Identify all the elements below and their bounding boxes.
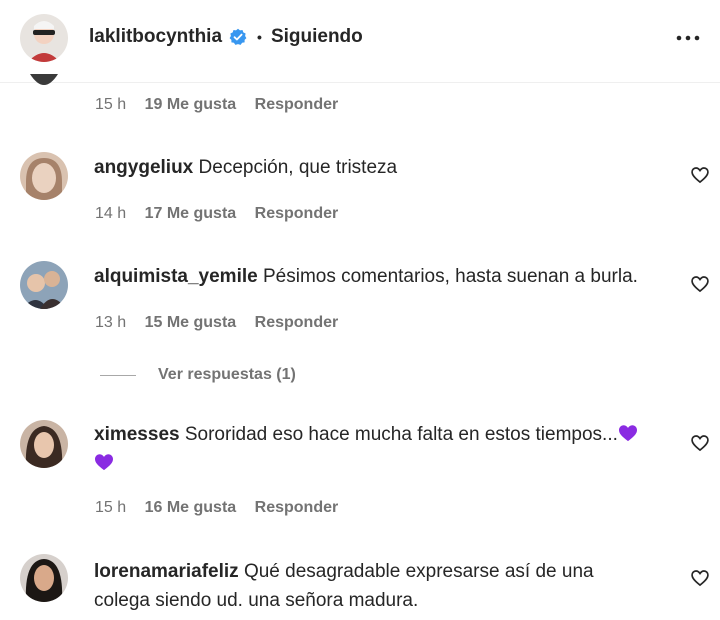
- comment-meta: 13 h 15 Me gusta Responder: [95, 314, 352, 332]
- comment-body: Decepción, que tristeza: [198, 157, 398, 178]
- comment-body: Sororidad eso hace mucha falta en estos …: [184, 424, 618, 445]
- view-replies-label: Ver respuestas (1): [158, 366, 296, 383]
- comment-time: 13 h: [95, 314, 127, 331]
- comment-likes[interactable]: 19 Me gusta: [145, 96, 237, 114]
- comment-text: angygeliux Decepción, que tristeza: [94, 153, 670, 182]
- view-replies-button[interactable]: Ver respuestas (1): [100, 366, 296, 384]
- like-heart-icon[interactable]: [690, 433, 710, 453]
- following-button[interactable]: Siguiendo: [271, 26, 363, 48]
- comment-text: alquimista_yemile Pésimos comentarios, h…: [94, 262, 670, 291]
- comment-time: 15 h: [95, 96, 127, 113]
- comment-text: ximesses Sororidad eso hace mucha falta …: [94, 420, 670, 478]
- comment-avatar[interactable]: [20, 420, 68, 468]
- comment-meta: 14 h 17 Me gusta Responder: [95, 205, 352, 223]
- comment-avatar[interactable]: [20, 261, 68, 309]
- comment-meta: 15 h 16 Me gusta Responder: [95, 499, 352, 517]
- comment-username[interactable]: ximesses: [94, 424, 180, 445]
- comment-likes[interactable]: 17 Me gusta: [145, 205, 237, 223]
- post-header: laklitbocynthia • Siguiendo: [0, 0, 720, 83]
- comment-username[interactable]: lorenamariafeliz: [94, 561, 239, 582]
- more-horizontal-icon[interactable]: [674, 28, 702, 48]
- comment-avatar[interactable]: [20, 152, 68, 200]
- partial-avatar: [20, 74, 68, 92]
- comment-time: 14 h: [95, 205, 127, 222]
- reply-button[interactable]: Responder: [255, 314, 339, 332]
- header-user: laklitbocynthia • Siguiendo: [89, 26, 363, 48]
- like-heart-icon[interactable]: [690, 568, 710, 588]
- like-heart-icon[interactable]: [690, 165, 710, 185]
- comment-time: 15 h: [95, 499, 127, 516]
- reply-button[interactable]: Responder: [255, 499, 339, 517]
- comment-likes[interactable]: 15 Me gusta: [145, 314, 237, 332]
- verified-badge-icon: [229, 28, 247, 45]
- like-heart-icon[interactable]: [690, 274, 710, 294]
- comment-meta: 15 h 19 Me gusta Responder: [95, 96, 352, 114]
- profile-avatar[interactable]: [20, 14, 68, 62]
- comment-text: lorenamariafeliz Qué desagradable expres…: [94, 557, 654, 615]
- purple-heart-emoji-icon: [618, 425, 637, 442]
- comment-username[interactable]: angygeliux: [94, 157, 193, 178]
- reply-button[interactable]: Responder: [255, 205, 339, 223]
- replies-divider: [100, 374, 136, 376]
- comment-avatar[interactable]: [20, 554, 68, 602]
- comment-body: Pésimos comentarios, hasta suenan a burl…: [262, 266, 638, 287]
- comment-likes[interactable]: 16 Me gusta: [145, 499, 237, 517]
- purple-heart-emoji-icon: [95, 454, 113, 471]
- reply-button[interactable]: Responder: [255, 96, 339, 114]
- header-username[interactable]: laklitbocynthia: [89, 26, 222, 48]
- separator-dot: •: [257, 29, 262, 45]
- comment-username[interactable]: alquimista_yemile: [94, 266, 258, 287]
